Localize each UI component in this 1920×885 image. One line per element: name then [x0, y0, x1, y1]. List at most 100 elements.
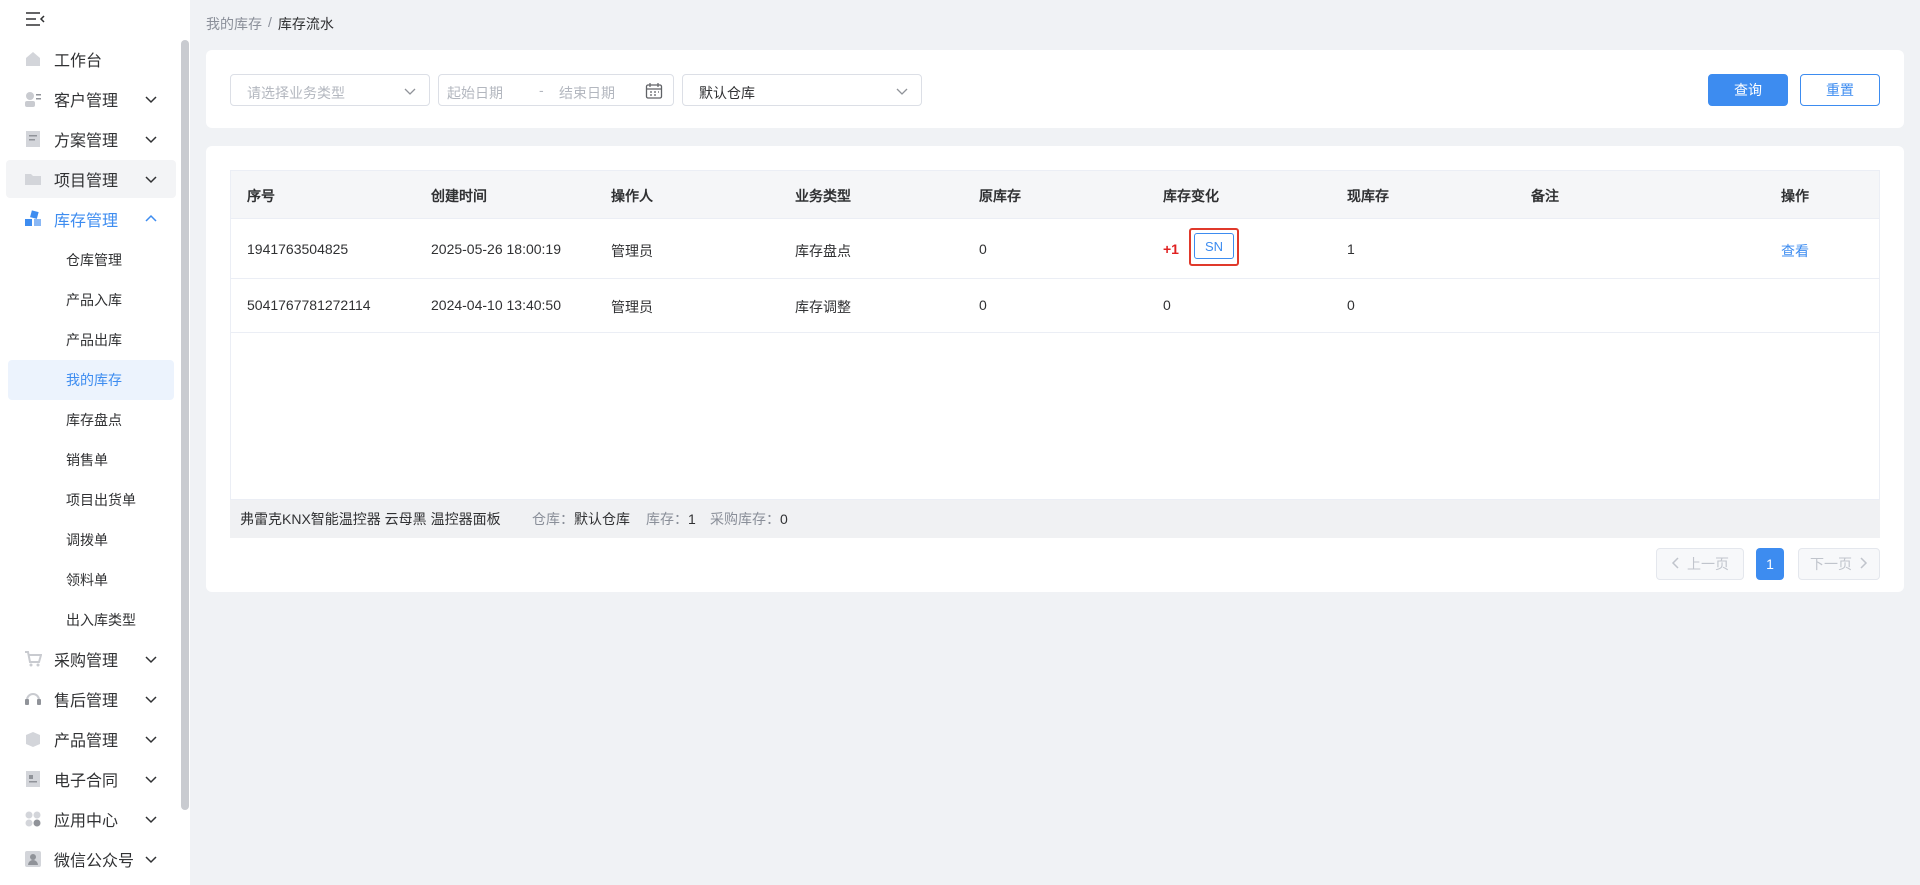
table-row[interactable]: 5041767781272114 2024-04-10 13:40:50 管理员…: [231, 279, 1879, 333]
column-header: 操作: [1781, 188, 1809, 204]
submenu-label: 调拨单: [66, 532, 108, 548]
menu-label: 微信公众号: [54, 853, 135, 870]
summary-stock-label: 库存：: [646, 511, 688, 527]
submenu-item-product-out[interactable]: 产品出库: [8, 320, 174, 360]
sn-button[interactable]: SN: [1194, 233, 1234, 259]
reset-button[interactable]: 重置: [1800, 74, 1880, 106]
home-icon: [24, 50, 42, 68]
menu-item-app-center[interactable]: 应用中心: [6, 800, 176, 838]
submenu-label: 产品出库: [66, 332, 122, 348]
chevron-down-icon: [144, 772, 158, 786]
submenu-item-product-in[interactable]: 产品入库: [8, 280, 174, 320]
date-range-picker[interactable]: 起始日期 - 结束日期: [438, 74, 674, 106]
cell-type: 库存盘点: [795, 243, 851, 259]
table-row[interactable]: 1941763504825 2025-05-26 18:00:19 管理员 库存…: [231, 219, 1879, 279]
summary-warehouse-label: 仓库：: [532, 511, 574, 527]
column-header: 原库存: [979, 188, 1021, 204]
menu-item-e-contract[interactable]: 电子合同: [6, 760, 176, 798]
headset-icon: [24, 690, 42, 708]
cart-icon: [24, 650, 42, 668]
column-header: 创建时间: [431, 188, 487, 204]
menu-label: 库存管理: [54, 213, 119, 230]
cell-after: 1: [1347, 241, 1355, 257]
submenu-label: 库存盘点: [66, 412, 122, 428]
chevron-down-icon: [144, 852, 158, 866]
submenu-label: 产品入库: [66, 292, 122, 308]
cell-id: 1941763504825: [247, 241, 349, 257]
menu-label: 售后管理: [54, 693, 119, 710]
cell-created: 2024-04-10 13:40:50: [431, 297, 561, 313]
cell-operator: 管理员: [611, 299, 653, 315]
submenu-label: 销售单: [66, 452, 108, 468]
query-button[interactable]: 查询: [1708, 74, 1788, 106]
start-date-input[interactable]: 起始日期: [447, 83, 503, 103]
cell-operator: 管理员: [611, 243, 653, 259]
menu-item-solution[interactable]: 方案管理: [6, 120, 176, 158]
submenu-label: 我的库存: [66, 372, 122, 388]
sn-highlight-box: SN: [1189, 228, 1239, 266]
prev-page-label: 上一页: [1687, 556, 1729, 572]
chevron-right-icon: [1858, 556, 1868, 572]
menu-item-customer[interactable]: 客户管理: [6, 80, 176, 118]
chevron-left-icon: [1671, 556, 1681, 572]
folder-icon: [24, 170, 42, 188]
stock-flow-table: 序号 创建时间 操作人 业务类型 原库存 库存变化 现库存 备注 操作 1941…: [230, 170, 1880, 500]
prev-page-button[interactable]: 上一页: [1656, 548, 1744, 580]
warehouse-select[interactable]: 默认仓库: [682, 74, 922, 106]
submenu-item-sales-order[interactable]: 销售单: [8, 440, 174, 480]
chevron-down-icon: [144, 92, 158, 106]
breadcrumb: 我的库存 / 库存流水: [206, 14, 334, 34]
submenu-item-stocktake[interactable]: 库存盘点: [8, 400, 174, 440]
warehouse-value: 默认仓库: [699, 85, 755, 101]
cell-after: 0: [1347, 297, 1355, 313]
cell-change: +1: [1163, 241, 1179, 257]
breadcrumb-separator: /: [268, 14, 272, 30]
customer-icon: [24, 90, 42, 108]
cell-type: 库存调整: [795, 299, 851, 315]
summary-purchase-stock: 采购库存：0: [710, 509, 788, 529]
sidebar: 工作台 客户管理 方案管理 项目管理 库存管理 仓库管理 产品入库 产品出库 我…: [0, 0, 182, 885]
end-date-input[interactable]: 结束日期: [559, 83, 615, 103]
business-type-select[interactable]: 请选择业务类型: [230, 74, 430, 106]
submenu-item-my-inventory[interactable]: 我的库存: [8, 360, 174, 400]
box-icon: [24, 730, 42, 748]
column-header: 备注: [1531, 188, 1559, 204]
menu-label: 客户管理: [54, 93, 119, 110]
menu-item-workbench[interactable]: 工作台: [6, 40, 176, 78]
chevron-down-icon: [144, 132, 158, 146]
column-header: 序号: [247, 188, 275, 204]
wechat-user-icon: [24, 850, 42, 868]
menu-collapse-icon[interactable]: [24, 10, 46, 28]
submenu-item-material-requisition[interactable]: 领料单: [8, 560, 174, 600]
submenu-label: 出入库类型: [66, 612, 136, 628]
contract-icon: [24, 770, 42, 788]
menu-item-wechat[interactable]: 微信公众号: [6, 840, 176, 878]
menu-label: 产品管理: [54, 733, 119, 750]
submenu-item-warehouse[interactable]: 仓库管理: [8, 240, 174, 280]
sidebar-scrollbar[interactable]: [181, 40, 189, 810]
page-number-current[interactable]: 1: [1756, 548, 1784, 580]
menu-item-after-sales[interactable]: 售后管理: [6, 680, 176, 718]
calendar-icon: [645, 82, 663, 100]
menu-item-project[interactable]: 项目管理: [6, 160, 176, 198]
chevron-down-icon: [144, 652, 158, 666]
menu-label: 应用中心: [54, 813, 119, 830]
menu-label: 采购管理: [54, 653, 119, 670]
menu-item-product[interactable]: 产品管理: [6, 720, 176, 758]
breadcrumb-parent[interactable]: 我的库存: [206, 14, 262, 34]
submenu-item-io-type[interactable]: 出入库类型: [8, 600, 174, 640]
menu-item-inventory[interactable]: 库存管理: [6, 200, 176, 238]
column-header: 业务类型: [795, 188, 851, 204]
submenu-item-transfer[interactable]: 调拨单: [8, 520, 174, 560]
breadcrumb-current: 库存流水: [277, 16, 334, 32]
next-page-button[interactable]: 下一页: [1798, 548, 1880, 580]
menu-item-purchase[interactable]: 采购管理: [6, 640, 176, 678]
column-header: 现库存: [1347, 188, 1389, 204]
submenu-item-project-shipment[interactable]: 项目出货单: [8, 480, 174, 520]
summary-stock: 库存：1: [646, 509, 696, 529]
menu-label: 方案管理: [54, 133, 119, 150]
chevron-down-icon: [144, 172, 158, 186]
view-link[interactable]: 查看: [1781, 241, 1809, 261]
chevron-down-icon: [895, 84, 909, 98]
cell-before: 0: [979, 297, 987, 313]
